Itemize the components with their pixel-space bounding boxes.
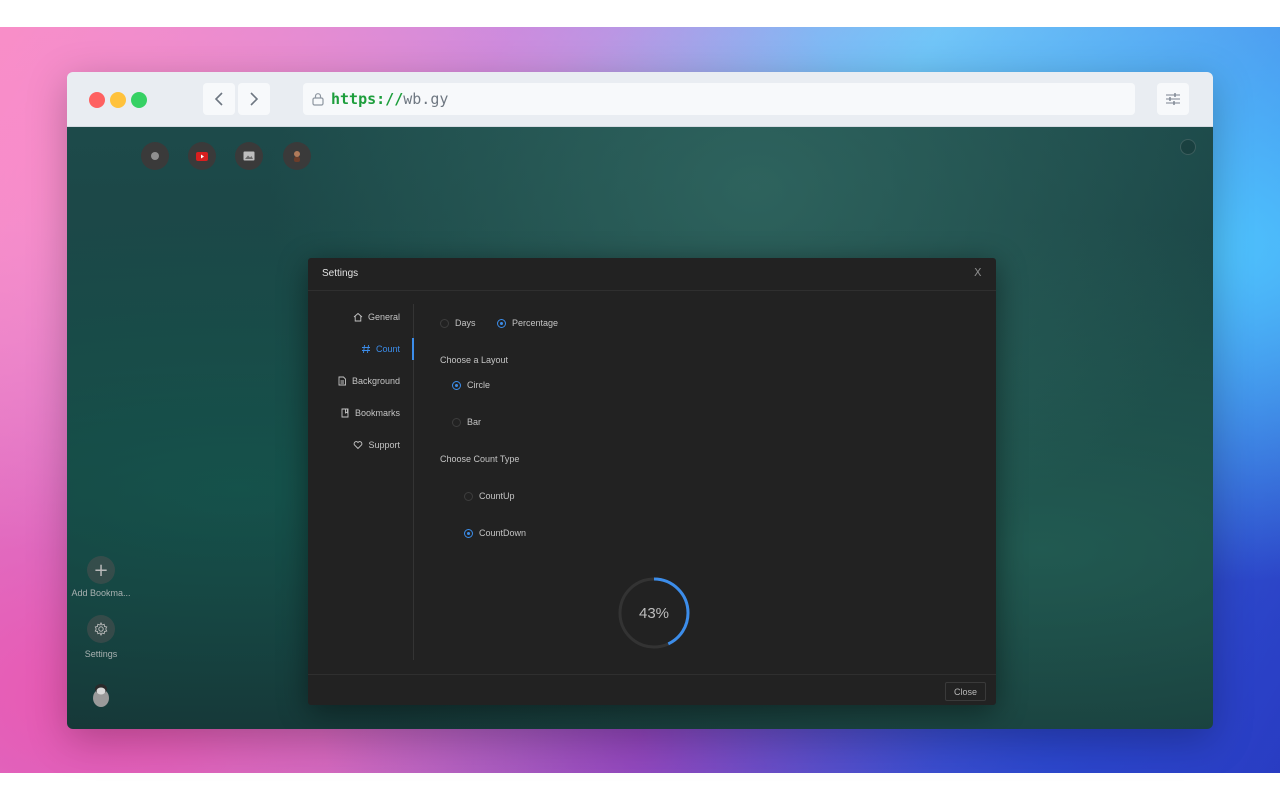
address-bar[interactable]: https:// wb.gy <box>303 83 1135 115</box>
url-host: wb.gy <box>403 90 449 108</box>
globe-icon <box>151 152 159 160</box>
add-bookmark-button[interactable]: + <box>87 556 115 584</box>
profile-icon <box>294 151 300 162</box>
nav-label-support: Support <box>368 440 400 450</box>
user-avatar[interactable] <box>91 682 111 713</box>
nav-label-general: General <box>367 312 400 322</box>
hash-icon <box>361 344 370 354</box>
layout-heading: Choose a Layout <box>440 355 509 365</box>
quick-link-youtube[interactable] <box>188 142 216 170</box>
settings-nav: General Count Background Bookmarks Suppo… <box>308 304 414 660</box>
radio-bar[interactable]: Bar <box>452 417 481 427</box>
settings-label: Settings <box>84 649 118 659</box>
radio-percentage-label: Percentage <box>512 318 559 328</box>
radio-countdown-circle[interactable] <box>464 528 473 538</box>
radio-days-circle[interactable] <box>440 318 449 328</box>
home-icon <box>353 312 363 322</box>
new-tab-page: + Add Bookma... Settings Settings X Gene… <box>67 127 1213 729</box>
radio-bar-circle[interactable] <box>452 417 461 427</box>
radio-circle-label: Circle <box>467 380 491 390</box>
heart-icon <box>354 441 363 450</box>
chevron-right-icon <box>250 92 259 106</box>
maximize-window-button[interactable] <box>131 92 147 108</box>
radio-circle[interactable]: Circle <box>452 380 490 390</box>
add-bookmark-label: Add Bookma... <box>71 588 131 598</box>
dialog-close-x-button[interactable]: X <box>974 266 982 279</box>
browser-toolbar: https:// wb.gy <box>67 72 1213 127</box>
forward-button[interactable] <box>238 83 270 115</box>
nav-label-bookmarks: Bookmarks <box>354 408 400 418</box>
settings-button[interactable] <box>87 615 115 643</box>
nav-item-background[interactable]: Background <box>337 376 400 386</box>
radio-countup-circle[interactable] <box>464 491 473 501</box>
quick-link-globe[interactable] <box>141 142 169 170</box>
radio-days[interactable]: Days <box>440 318 476 328</box>
circle-progress-preview: 43% <box>617 576 691 650</box>
extensions-button[interactable] <box>1157 83 1189 115</box>
file-icon <box>338 376 346 386</box>
radio-days-label: Days <box>455 318 476 328</box>
chevron-left-icon <box>214 92 223 106</box>
dialog-header: Settings X <box>308 258 996 291</box>
lock-icon <box>311 92 325 106</box>
browser-window: https:// wb.gy + Add Bookma... Settings … <box>67 72 1213 729</box>
sliders-icon <box>1166 93 1180 105</box>
nav-label-count: Count <box>375 344 400 354</box>
bookmark-icon <box>341 408 349 418</box>
gear-icon <box>94 622 108 636</box>
nav-item-count[interactable]: Count <box>361 344 400 354</box>
image-icon <box>243 151 255 161</box>
progress-percent-label: 43% <box>638 604 670 622</box>
nav-item-general[interactable]: General <box>353 312 400 322</box>
quick-link-profile[interactable] <box>283 142 311 170</box>
corner-toggle[interactable] <box>1180 139 1196 155</box>
radio-percentage-circle[interactable] <box>497 318 506 328</box>
radio-bar-label: Bar <box>467 417 482 427</box>
settings-dialog: Settings X General Count Background Book… <box>308 258 996 705</box>
youtube-icon <box>196 151 208 161</box>
radio-countdown-label: CountDown <box>479 528 527 538</box>
avatar-icon <box>93 684 109 707</box>
plus-icon: + <box>93 559 109 581</box>
minimize-window-button[interactable] <box>110 92 126 108</box>
url-scheme: https:// <box>331 90 404 108</box>
quick-link-image[interactable] <box>235 142 263 170</box>
nav-active-indicator <box>412 338 414 360</box>
radio-countup-label: CountUp <box>479 491 515 501</box>
radio-percentage[interactable]: Percentage <box>497 318 558 328</box>
nav-item-bookmarks[interactable]: Bookmarks <box>340 408 400 418</box>
close-button[interactable]: Close <box>945 682 986 701</box>
radio-countdown[interactable]: CountDown <box>464 528 526 538</box>
radio-circle-circle[interactable] <box>452 380 461 390</box>
nav-item-support[interactable]: Support <box>353 440 400 450</box>
nav-label-background: Background <box>351 376 400 386</box>
count-type-heading: Choose Count Type <box>440 454 520 464</box>
close-window-button[interactable] <box>89 92 105 108</box>
radio-countup[interactable]: CountUp <box>464 491 515 501</box>
dialog-title: Settings <box>322 268 359 279</box>
dialog-footer: Close <box>308 674 996 705</box>
back-button[interactable] <box>203 83 235 115</box>
